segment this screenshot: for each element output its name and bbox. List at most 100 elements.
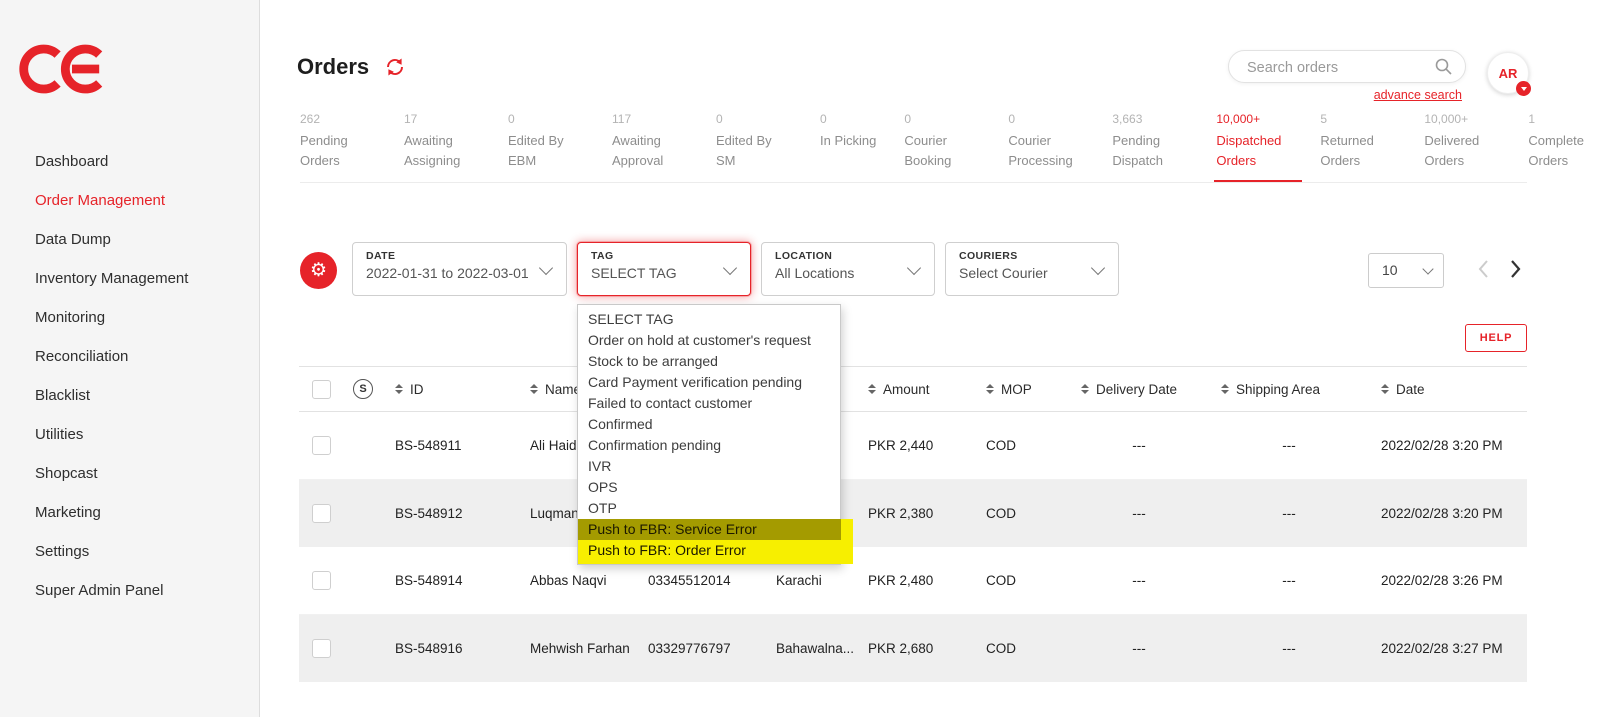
pagination-next-button[interactable] — [1508, 258, 1522, 285]
sidebar-item-settings[interactable]: Settings — [0, 532, 259, 571]
cell-amount: PKR 2,440 — [856, 412, 974, 479]
tab-label: Complete Orders — [1528, 131, 1599, 170]
sidebar-item-super-admin-panel[interactable]: Super Admin Panel — [0, 571, 259, 610]
chevron-down-icon — [539, 261, 553, 275]
help-button[interactable]: HELP — [1465, 324, 1527, 352]
cell-shipping-area: --- — [1209, 412, 1369, 479]
status-tab-courier-booking[interactable]: 0 Courier Booking — [904, 112, 980, 182]
chevron-right-icon — [1508, 258, 1522, 280]
status-tab-complete-orders[interactable]: 1 Complete Orders — [1528, 112, 1599, 182]
sidebar-item-inventory-management[interactable]: Inventory Management — [0, 259, 259, 298]
couriers-filter[interactable]: COURIERS Select Courier — [945, 242, 1119, 296]
sidebar-item-data-dump[interactable]: Data Dump — [0, 220, 259, 259]
location-filter[interactable]: LOCATION All Locations — [761, 242, 935, 296]
cell-mop: COD — [974, 480, 1069, 547]
tag-option-ivr[interactable]: IVR — [578, 456, 840, 477]
column-header-delivery-date[interactable]: Delivery Date — [1069, 367, 1209, 411]
row-checkbox[interactable] — [312, 436, 331, 455]
sidebar-item-utilities[interactable]: Utilities — [0, 415, 259, 454]
sort-icon — [530, 384, 538, 395]
tag-option-confirmation-pending[interactable]: Confirmation pending — [578, 435, 840, 456]
date-filter[interactable]: DATE 2022-01-31 to 2022-03-01 — [352, 242, 567, 296]
cell-customer-name: Mehwish Farhan — [518, 615, 636, 682]
sidebar-item-monitoring[interactable]: Monitoring — [0, 298, 259, 337]
tab-label: Pending Orders — [300, 131, 376, 170]
tag-filter-value: SELECT TAG — [591, 265, 720, 281]
tag-option-confirmed[interactable]: Confirmed — [578, 414, 840, 435]
tag-option-push-to-fbr-service-error[interactable]: Push to FBR: Service Error — [578, 519, 841, 540]
cell-order-id: BS-548914 — [383, 547, 518, 614]
column-header-label: Delivery Date — [1096, 382, 1177, 397]
tag-filter[interactable]: TAG SELECT TAG — [577, 242, 751, 296]
row-checkbox[interactable] — [312, 571, 331, 590]
status-tab-delivered-orders[interactable]: 10,000+ Delivered Orders — [1424, 112, 1500, 182]
sidebar-item-order-management[interactable]: Order Management — [0, 181, 259, 220]
sort-icon — [395, 384, 403, 395]
status-tab-returned-orders[interactable]: 5 Returned Orders — [1320, 112, 1396, 182]
column-header-shipping-area[interactable]: Shipping Area — [1209, 367, 1369, 411]
tag-option-order-on-hold[interactable]: Order on hold at customer's request — [578, 330, 840, 351]
sidebar-item-blacklist[interactable]: Blacklist — [0, 376, 259, 415]
column-header-label: MOP — [1001, 382, 1032, 397]
tab-count: 0 — [716, 112, 792, 126]
status-tab-edited-by-sm[interactable]: 0 Edited By SM — [716, 112, 792, 182]
tag-option-otp[interactable]: OTP — [578, 498, 840, 519]
column-header-mop[interactable]: MOP — [974, 367, 1069, 411]
advance-search-link[interactable]: advance search — [1360, 88, 1462, 102]
row-checkbox[interactable] — [312, 639, 331, 658]
search-icon[interactable] — [1434, 57, 1454, 82]
table-row: BS-548916 Mehwish Farhan 03329776797 Bah… — [299, 615, 1527, 682]
column-header-id[interactable]: ID — [383, 367, 518, 411]
sort-icon — [1381, 384, 1389, 395]
column-header-label: Shipping Area — [1236, 382, 1320, 397]
table-row: BS-548912 Luqman Lu PKR 2,380 COD --- --… — [299, 480, 1527, 547]
chevron-down-icon — [1521, 87, 1527, 91]
pagination-prev-button[interactable] — [1477, 258, 1491, 285]
sidebar-item-shopcast[interactable]: Shopcast — [0, 454, 259, 493]
tab-label: Dispatched Orders — [1216, 131, 1292, 170]
cell-delivery-date: --- — [1069, 547, 1209, 614]
select-all-checkbox[interactable] — [312, 380, 331, 399]
chevron-down-icon — [1091, 261, 1105, 275]
column-header-date[interactable]: Date — [1369, 367, 1527, 411]
cell-date: 2022/02/28 3:26 PM — [1369, 547, 1527, 614]
refresh-button[interactable] — [385, 57, 405, 77]
sidebar-item-reconciliation[interactable]: Reconciliation — [0, 337, 259, 376]
status-tab-edited-by-ebm[interactable]: 0 Edited By EBM — [508, 112, 584, 182]
sidebar-item-marketing[interactable]: Marketing — [0, 493, 259, 532]
status-column-icon[interactable]: S — [353, 379, 373, 399]
status-tab-in-picking[interactable]: 0 In Picking — [820, 112, 876, 182]
brand-logo[interactable] — [16, 40, 112, 103]
status-tab-awaiting-approval[interactable]: 117 Awaiting Approval — [612, 112, 688, 182]
sidebar-item-dashboard[interactable]: Dashboard — [0, 142, 259, 181]
tag-option-ops[interactable]: OPS — [578, 477, 840, 498]
cell-date: 2022/02/28 3:20 PM — [1369, 412, 1527, 479]
tag-option-stock-to-be-arranged[interactable]: Stock to be arranged — [578, 351, 840, 372]
sort-icon — [868, 384, 876, 395]
status-tab-courier-processing[interactable]: 0 Courier Processing — [1008, 112, 1084, 182]
column-header-amount[interactable]: Amount — [856, 367, 974, 411]
tag-option-card-payment-verification[interactable]: Card Payment verification pending — [578, 372, 840, 393]
status-tab-pending-dispatch[interactable]: 3,663 Pending Dispatch — [1112, 112, 1188, 182]
avatar-menu-badge[interactable] — [1516, 81, 1531, 96]
avatar[interactable]: AR — [1487, 52, 1529, 94]
status-tab-dispatched-orders[interactable]: 10,000+ Dispatched Orders — [1216, 112, 1292, 182]
filter-settings-button[interactable]: ⚙ — [300, 252, 337, 289]
tab-label: Awaiting Approval — [612, 131, 688, 170]
cell-order-id: BS-548912 — [383, 480, 518, 547]
search-input[interactable] — [1245, 51, 1429, 84]
cell-shipping-area: --- — [1209, 480, 1369, 547]
tag-option-failed-to-contact[interactable]: Failed to contact customer — [578, 393, 840, 414]
tag-option-select-tag[interactable]: SELECT TAG — [578, 309, 840, 330]
row-checkbox[interactable] — [312, 504, 331, 523]
tab-label: Returned Orders — [1320, 131, 1396, 170]
status-tab-awaiting-assigning[interactable]: 17 Awaiting Assigning — [404, 112, 480, 182]
tab-count: 0 — [508, 112, 584, 126]
cell-delivery-date: --- — [1069, 412, 1209, 479]
tab-label: Delivered Orders — [1424, 131, 1500, 170]
tag-option-push-to-fbr-order-error[interactable]: Push to FBR: Order Error — [578, 540, 853, 561]
cell-order-id: BS-548911 — [383, 412, 518, 479]
page-size-select[interactable]: 10 — [1368, 253, 1444, 288]
status-tab-pending-orders[interactable]: 262 Pending Orders — [300, 112, 376, 182]
column-header-label: Amount — [883, 382, 930, 397]
